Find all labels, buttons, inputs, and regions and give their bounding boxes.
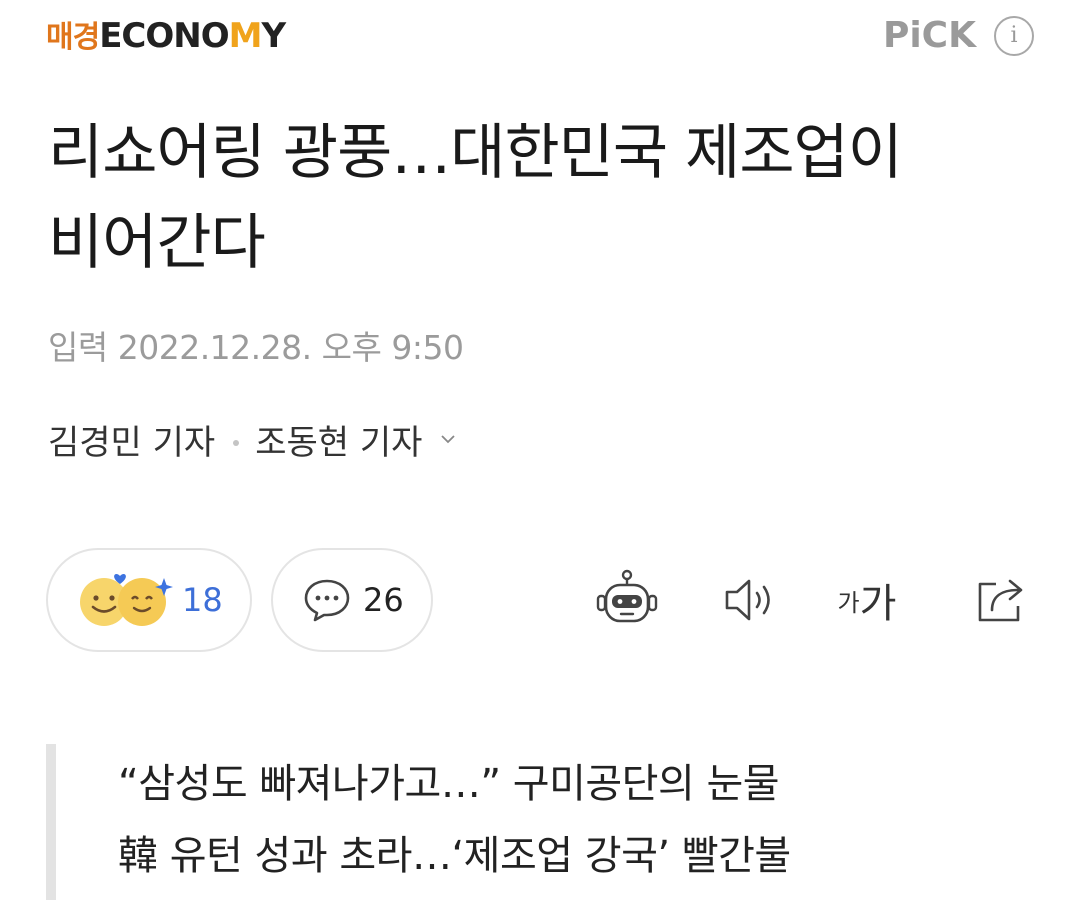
summary-line: “삼성도 빠져나가고…” 구미공단의 눈물 [118, 761, 780, 807]
summary-line: 韓 유턴 성과 초라…‘제조업 강국’ 빨간불 [118, 833, 791, 879]
chevron-down-icon [441, 435, 456, 444]
comment-count: 26 [363, 581, 404, 619]
font-size-small-glyph: 가 [837, 588, 860, 617]
author-name: 조동현 기자 [255, 423, 423, 463]
info-icon[interactable]: i [994, 16, 1034, 56]
published-timestamp: 입력 2022.12.28. 오후 9:50 [48, 328, 464, 367]
robot-icon [596, 569, 658, 623]
byline[interactable]: 김경민 기자 조동현 기자 [48, 418, 456, 468]
pick-badge[interactable]: PiCK [883, 14, 976, 58]
summary-quote-bar [46, 744, 56, 900]
share-icon [978, 579, 1023, 622]
author-name: 김경민 기자 [48, 423, 216, 463]
logo-accent-letter: M [228, 16, 263, 56]
article-summary: “삼성도 빠져나가고…” 구미공단의 눈물 韓 유턴 성과 초라…‘제조업 강국… [46, 744, 1046, 900]
reaction-emoji-group [78, 572, 174, 628]
logo-korean: 매경 [46, 20, 100, 55]
header: 매경ECONOMY PiCK i [0, 0, 1080, 80]
separator-dot [233, 440, 240, 446]
article-title: 리쇼어링 광풍…대한민국 제조업이 비어간다 [48, 118, 903, 278]
logo-english-tail: Y [261, 16, 287, 56]
press-logo[interactable]: 매경ECONOMY [46, 14, 287, 58]
summary-bot-button[interactable] [592, 565, 662, 635]
logo-english: ECONO [99, 16, 229, 56]
share-button[interactable] [966, 565, 1036, 635]
font-size-large-glyph: 가 [859, 581, 897, 627]
comment-icon [304, 579, 350, 622]
article-page: 매경ECONOMY PiCK i 리쇼어링 광풍…대한민국 제조업이 비어간다 … [0, 0, 1080, 900]
comment-button[interactable]: 26 [271, 548, 433, 652]
text-to-speech-button[interactable] [715, 565, 785, 635]
font-size-button[interactable]: 가가 [832, 565, 902, 635]
smile-face-icon [80, 573, 173, 626]
reaction-count: 18 [182, 581, 223, 619]
speaker-icon [725, 579, 770, 621]
reaction-button[interactable]: 18 [46, 548, 252, 652]
